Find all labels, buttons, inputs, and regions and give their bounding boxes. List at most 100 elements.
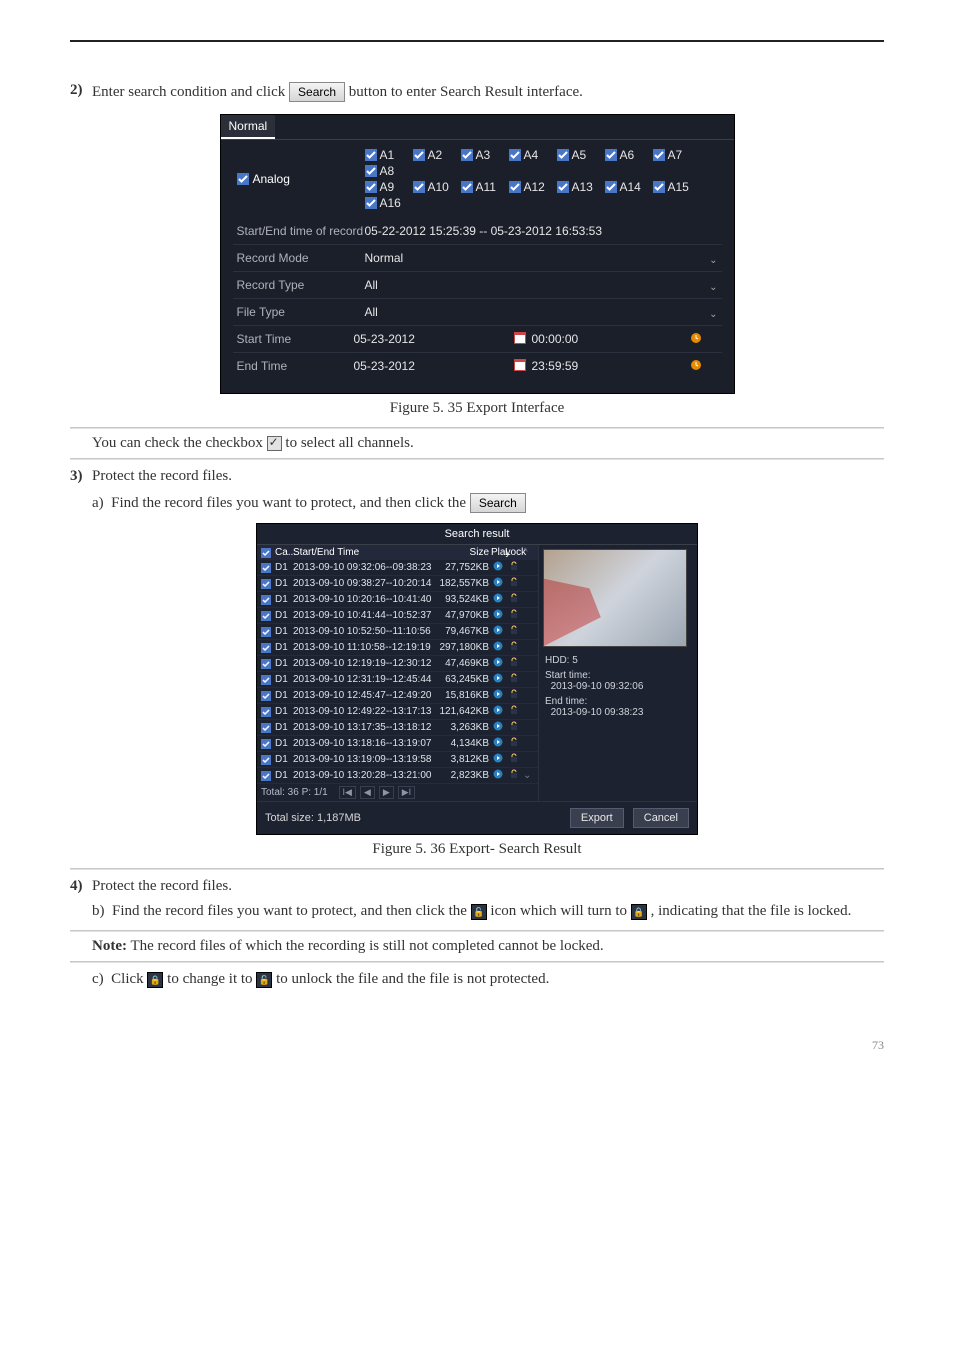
- unlocked-icon[interactable]: [509, 625, 519, 635]
- search-button-inline[interactable]: Search: [289, 82, 345, 102]
- unlocked-icon[interactable]: [509, 657, 519, 667]
- unlocked-icon[interactable]: [509, 721, 519, 731]
- row-checkbox[interactable]: [261, 723, 271, 733]
- row-checkbox[interactable]: [261, 739, 271, 749]
- table-row[interactable]: D12013-09-10 12:49:22--13:17:13121,642KB: [257, 704, 538, 720]
- col-size[interactable]: Size: [437, 547, 491, 558]
- play-icon[interactable]: [493, 561, 503, 571]
- play-icon[interactable]: [493, 737, 503, 747]
- camera-checkbox-A4[interactable]: A4: [509, 148, 551, 162]
- camera-checkbox-A7[interactable]: A7: [653, 148, 695, 162]
- table-row[interactable]: D12013-09-10 10:41:44--10:52:3747,970KB: [257, 608, 538, 624]
- table-row[interactable]: D12013-09-10 09:32:06--09:38:2327,752KB: [257, 560, 538, 576]
- row-checkbox[interactable]: [261, 611, 271, 621]
- record-type-select[interactable]: All⌄: [365, 278, 722, 292]
- col-lock[interactable]: Lock: [505, 547, 523, 558]
- tab-normal[interactable]: Normal: [221, 115, 276, 139]
- camera-checkbox-A1[interactable]: A1: [365, 148, 407, 162]
- row-checkbox[interactable]: [261, 707, 271, 717]
- camera-checkbox-A9[interactable]: A9: [365, 180, 407, 194]
- row-checkbox[interactable]: [261, 755, 271, 765]
- unlocked-icon[interactable]: [509, 577, 519, 587]
- row-checkbox[interactable]: [261, 595, 271, 605]
- play-icon[interactable]: [493, 689, 503, 699]
- play-icon[interactable]: [493, 625, 503, 635]
- scroll-down-icon[interactable]: ⌄: [523, 770, 531, 781]
- camera-checkbox-A2[interactable]: A2: [413, 148, 455, 162]
- row-checkbox[interactable]: [261, 659, 271, 669]
- camera-checkbox-A10[interactable]: A10: [413, 180, 455, 194]
- export-button[interactable]: Export: [570, 808, 624, 828]
- unlocked-icon[interactable]: [509, 769, 519, 779]
- camera-checkbox-A5[interactable]: A5: [557, 148, 599, 162]
- camera-checkbox-A12[interactable]: A12: [509, 180, 551, 194]
- calendar-icon[interactable]: [514, 359, 526, 374]
- start-time-field[interactable]: 00:00:00: [532, 332, 690, 346]
- play-icon[interactable]: [493, 753, 503, 763]
- unlocked-icon[interactable]: [509, 705, 519, 715]
- unlocked-icon[interactable]: [509, 753, 519, 763]
- page-first-icon[interactable]: I◀: [339, 786, 356, 799]
- table-row[interactable]: D12013-09-10 12:31:19--12:45:4463,245KB: [257, 672, 538, 688]
- unlocked-icon[interactable]: [509, 609, 519, 619]
- play-icon[interactable]: [493, 705, 503, 715]
- row-checkbox[interactable]: [261, 771, 271, 781]
- row-checkbox[interactable]: [261, 675, 271, 685]
- camera-checkbox-A11[interactable]: A11: [461, 180, 503, 194]
- clock-icon[interactable]: [690, 359, 702, 374]
- table-row[interactable]: D12013-09-10 10:20:16--10:41:4093,524KB: [257, 592, 538, 608]
- row-checkbox[interactable]: [261, 643, 271, 653]
- end-time-field[interactable]: 23:59:59: [532, 359, 690, 373]
- camera-checkbox-A8[interactable]: A8: [365, 164, 407, 178]
- page-next-icon[interactable]: ▶: [379, 786, 394, 799]
- page-last-icon[interactable]: ▶I: [398, 786, 415, 799]
- play-icon[interactable]: [493, 657, 503, 667]
- file-type-select[interactable]: All⌄: [365, 305, 722, 319]
- table-row[interactable]: D12013-09-10 10:52:50--11:10:5679,467KB: [257, 624, 538, 640]
- start-date-field[interactable]: 05-23-2012: [354, 332, 512, 346]
- camera-checkbox-A14[interactable]: A14: [605, 180, 647, 194]
- row-checkbox[interactable]: [261, 627, 271, 637]
- play-icon[interactable]: [493, 641, 503, 651]
- unlocked-icon[interactable]: [509, 641, 519, 651]
- col-play[interactable]: Play: [491, 547, 505, 558]
- camera-checkbox-A3[interactable]: A3: [461, 148, 503, 162]
- unlocked-icon[interactable]: [509, 689, 519, 699]
- table-row[interactable]: D12013-09-10 12:45:47--12:49:2015,816KB: [257, 688, 538, 704]
- col-start-end[interactable]: Start/End Time: [293, 547, 437, 558]
- play-icon[interactable]: [493, 609, 503, 619]
- table-row[interactable]: D12013-09-10 12:19:19--12:30:1247,469KB: [257, 656, 538, 672]
- search-button-inline-2[interactable]: Search: [470, 493, 526, 513]
- page-prev-icon[interactable]: ◀: [360, 786, 375, 799]
- play-icon[interactable]: [493, 593, 503, 603]
- row-checkbox[interactable]: [261, 579, 271, 589]
- clock-icon[interactable]: [690, 332, 702, 347]
- camera-checkbox-A15[interactable]: A15: [653, 180, 695, 194]
- camera-checkbox-A6[interactable]: A6: [605, 148, 647, 162]
- scroll-up-icon[interactable]: ^: [523, 547, 531, 558]
- play-icon[interactable]: [493, 769, 503, 779]
- col-camera[interactable]: Ca...: [275, 547, 293, 558]
- calendar-icon[interactable]: [514, 332, 526, 347]
- end-date-field[interactable]: 05-23-2012: [354, 359, 512, 373]
- table-row[interactable]: D12013-09-10 13:20:28--13:21:002,823KB⌄: [257, 768, 538, 784]
- row-checkbox[interactable]: [261, 563, 271, 573]
- cancel-button[interactable]: Cancel: [633, 808, 689, 828]
- unlocked-icon[interactable]: [509, 561, 519, 571]
- unlocked-icon[interactable]: [509, 737, 519, 747]
- row-checkbox[interactable]: [261, 691, 271, 701]
- table-row[interactable]: D12013-09-10 13:18:16--13:19:074,134KB: [257, 736, 538, 752]
- checkbox-analog[interactable]: [237, 173, 249, 185]
- table-row[interactable]: D12013-09-10 13:17:35--13:18:123,263KB: [257, 720, 538, 736]
- play-icon[interactable]: [493, 721, 503, 731]
- play-icon[interactable]: [493, 577, 503, 587]
- unlocked-icon[interactable]: [509, 673, 519, 683]
- camera-checkbox-A16[interactable]: A16: [365, 196, 407, 210]
- record-mode-select[interactable]: Normal⌄: [365, 251, 722, 265]
- table-row[interactable]: D12013-09-10 09:38:27--10:20:14182,557KB: [257, 576, 538, 592]
- play-icon[interactable]: [493, 673, 503, 683]
- unlocked-icon[interactable]: [509, 593, 519, 603]
- table-row[interactable]: D12013-09-10 13:19:09--13:19:583,812KB: [257, 752, 538, 768]
- camera-checkbox-A13[interactable]: A13: [557, 180, 599, 194]
- checkbox-all[interactable]: [261, 548, 271, 558]
